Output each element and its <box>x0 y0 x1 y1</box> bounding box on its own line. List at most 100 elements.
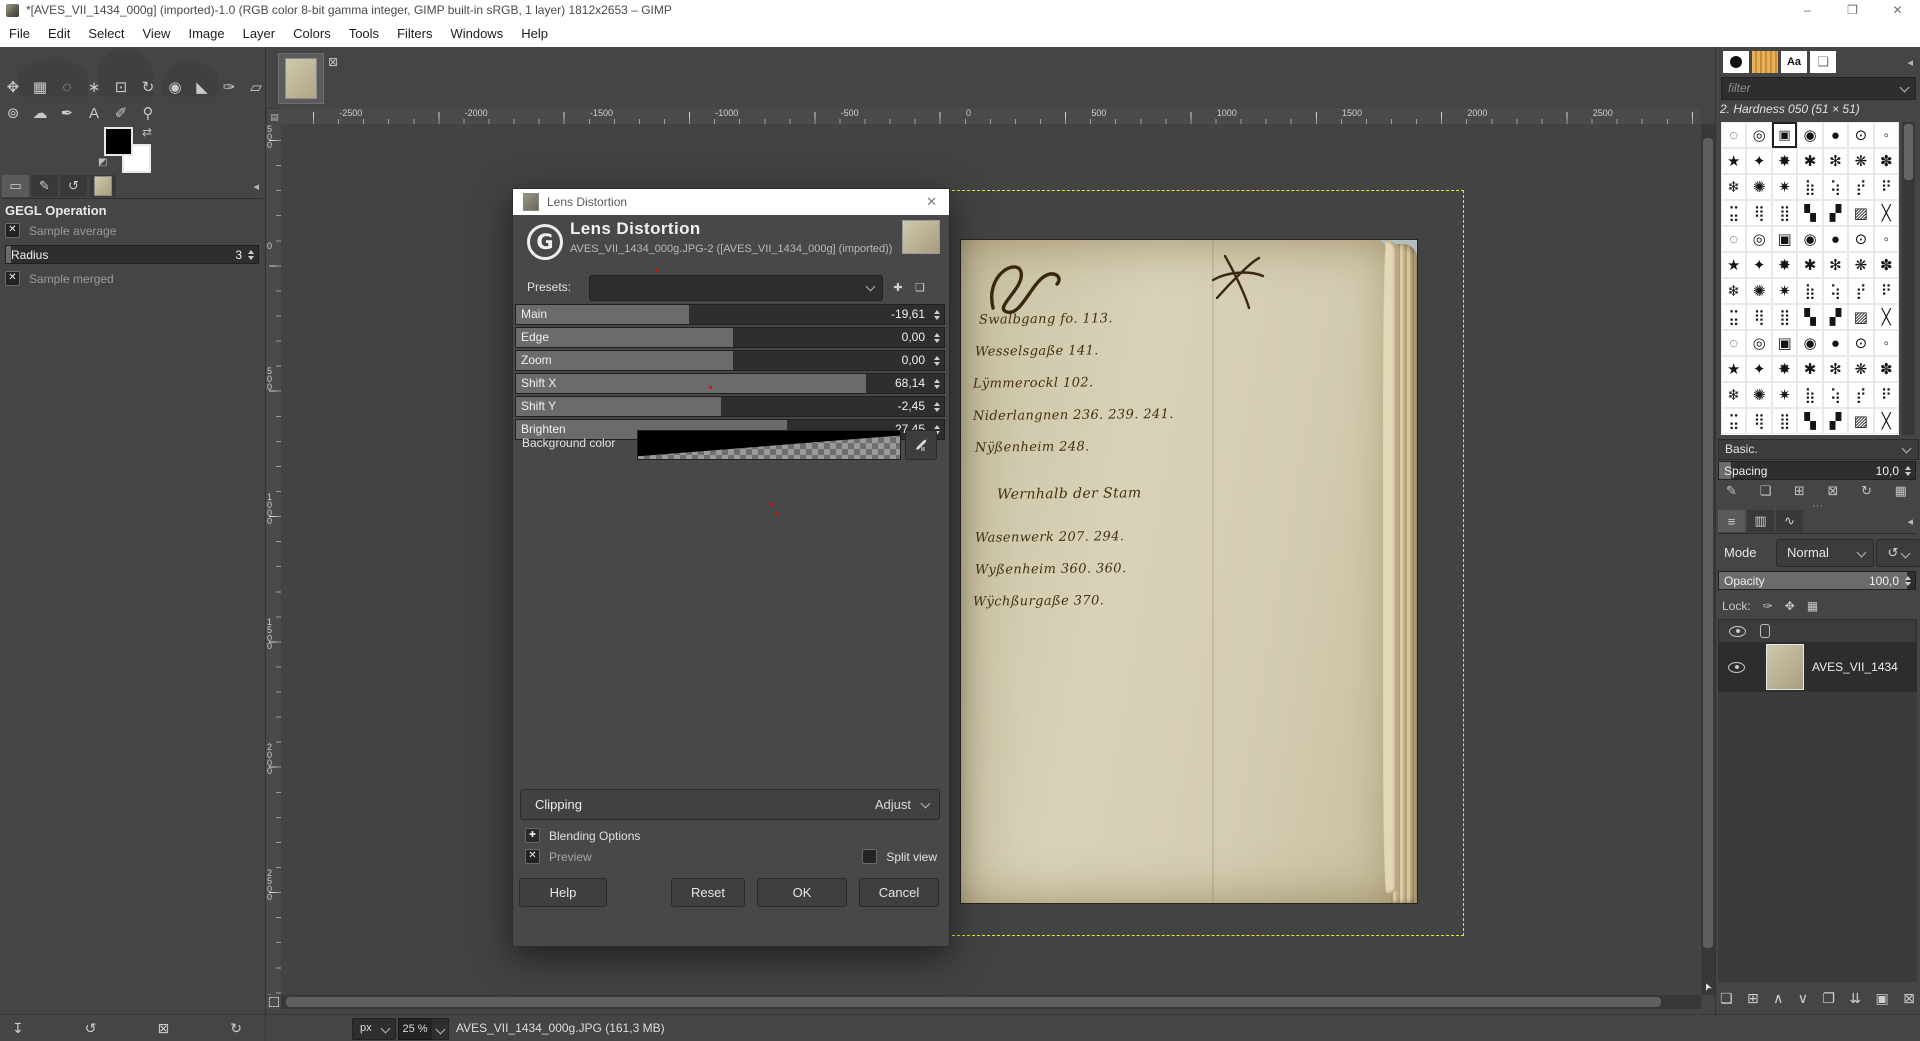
delete-icon[interactable]: ⊠ <box>158 1020 170 1037</box>
unit-combo[interactable]: px <box>352 1018 396 1040</box>
edge-slider[interactable]: Edge0,00 <box>515 327 945 348</box>
brush-cell[interactable]: ⣭ <box>1721 200 1746 226</box>
brush-cell[interactable]: ⣭ <box>1721 408 1746 434</box>
brush-cell[interactable]: ✸ <box>1772 356 1797 382</box>
brush-cell[interactable]: ⢿ <box>1746 408 1771 434</box>
color-picker-tool[interactable]: ✐ <box>111 103 131 123</box>
dock-tab-brushes[interactable] <box>1723 51 1749 73</box>
close-tab-icon[interactable]: ⊠ <box>328 55 338 69</box>
menu-view[interactable]: View <box>134 20 180 47</box>
brush-cell[interactable]: ◎ <box>1746 122 1771 148</box>
presets-combo[interactable] <box>589 275 883 301</box>
ok-button[interactable]: OK <box>757 878 847 907</box>
menu-file[interactable]: File <box>0 20 39 47</box>
clipping-combo[interactable]: Clipping Adjust <box>520 789 940 820</box>
dock-tab-patterns[interactable] <box>1752 51 1778 73</box>
brush-cell[interactable]: ❄ <box>1721 278 1746 304</box>
swap-colors-icon[interactable]: ⇄ <box>142 125 152 139</box>
brush-cell[interactable]: ✻ <box>1823 356 1848 382</box>
delete-layer-icon[interactable]: ⊠ <box>1903 990 1915 1007</box>
mode-history-button[interactable]: ↺ <box>1876 539 1920 567</box>
brush-cell[interactable]: ▚ <box>1797 200 1822 226</box>
crop-tool[interactable]: ⊡ <box>111 77 131 97</box>
brush-cell[interactable]: ✽ <box>1874 356 1899 382</box>
brush-cell[interactable]: ✽ <box>1874 252 1899 278</box>
text-tool[interactable]: A <box>84 103 104 123</box>
menu-edit[interactable]: Edit <box>39 20 79 47</box>
dock-tab-device-status[interactable]: ✎ <box>31 175 58 197</box>
brush-cell[interactable]: ✱ <box>1797 252 1822 278</box>
brush-cell[interactable]: ▣ <box>1772 226 1797 252</box>
brush-cell[interactable]: ❄ <box>1721 174 1746 200</box>
brush-cell[interactable]: ● <box>1823 122 1848 148</box>
brush-cell[interactable]: ✺ <box>1746 174 1771 200</box>
brush-set-combo[interactable]: Basic. <box>1718 439 1919 460</box>
brush-cell[interactable]: ◦ <box>1874 226 1899 252</box>
brush-cell[interactable]: ✱ <box>1797 148 1822 174</box>
fuzzy-select-tool[interactable]: ∗ <box>84 77 104 97</box>
brush-cell[interactable]: ⣷ <box>1797 278 1822 304</box>
blending-options-expander[interactable]: ✚ Blending Options <box>525 828 640 843</box>
smudge-tool[interactable]: ☁ <box>30 103 50 123</box>
menu-help[interactable]: Help <box>512 20 557 47</box>
brush-scrollbar-thumb[interactable] <box>1904 124 1913 180</box>
dock-tab-layers[interactable]: ≡ <box>1718 510 1745 532</box>
brush-cell[interactable]: ◉ <box>1797 122 1822 148</box>
preview-checkbox[interactable]: ✕ <box>525 849 540 864</box>
brush-cell[interactable]: ◌ <box>1721 330 1746 356</box>
horizontal-scrollbar[interactable] <box>281 995 1701 1009</box>
new-layer-icon[interactable]: ❏ <box>1720 990 1733 1007</box>
dock-tab-paths[interactable]: ∿ <box>1776 510 1803 532</box>
foreground-color-swatch[interactable] <box>104 127 133 156</box>
shift-y-slider[interactable]: Shift Y-2,45 <box>515 396 945 417</box>
dock-tab-tool-options[interactable]: ▭ <box>2 175 29 197</box>
brush-cell[interactable]: ● <box>1823 330 1848 356</box>
sample-average-checkbox[interactable]: ✕ <box>5 223 20 238</box>
menu-colors[interactable]: Colors <box>284 20 340 47</box>
navigation-button[interactable]: ➤ <box>1701 977 1715 995</box>
brush-cell[interactable]: ⢵ <box>1823 382 1848 408</box>
merge-down-icon[interactable]: ⇊ <box>1849 990 1861 1007</box>
spacing-spinner[interactable] <box>1901 462 1914 479</box>
brush-cell[interactable]: ✸ <box>1772 252 1797 278</box>
brush-cell[interactable]: ✱ <box>1797 356 1822 382</box>
main-slider[interactable]: Main-19,61 <box>515 304 945 325</box>
shift-x-spinner[interactable] <box>930 374 943 393</box>
brush-cell[interactable]: ❋ <box>1848 148 1873 174</box>
edge-spinner[interactable] <box>930 328 943 347</box>
brush-cell[interactable]: ● <box>1823 226 1848 252</box>
brush-cell[interactable]: ▚ <box>1797 408 1822 434</box>
refresh-brushes-icon[interactable]: ↻ <box>1861 483 1872 499</box>
brush-cell[interactable]: ▞ <box>1823 408 1848 434</box>
zoom-combo-button[interactable] <box>431 1018 449 1040</box>
zoom-tool[interactable]: ⚲ <box>138 103 158 123</box>
zoom-level-input[interactable]: 25 % <box>398 1018 432 1040</box>
brush-cell[interactable]: ✻ <box>1823 252 1848 278</box>
zoom-slider[interactable]: Zoom0,00 <box>515 350 945 371</box>
brush-cell[interactable]: ◦ <box>1874 122 1899 148</box>
layer-visibility-icon[interactable] <box>1728 662 1745 673</box>
horizontal-scrollbar-thumb[interactable] <box>286 997 1661 1007</box>
lock-position-icon[interactable]: ✥ <box>1785 599 1795 613</box>
brush-cell[interactable]: ╳ <box>1874 200 1899 226</box>
brush-cell[interactable]: ✺ <box>1746 382 1771 408</box>
brush-cell[interactable]: ◌ <box>1721 122 1746 148</box>
clone-tool[interactable]: ⊚ <box>3 103 23 123</box>
duplicate-layer-icon[interactable]: ❐ <box>1822 990 1835 1007</box>
add-preset-button[interactable]: ✚ <box>889 279 907 296</box>
ink-tool[interactable]: ✒ <box>57 103 77 123</box>
brush-cell[interactable]: ✷ <box>1772 382 1797 408</box>
brush-cell[interactable]: ⢿ <box>1746 304 1771 330</box>
cancel-button[interactable]: Cancel <box>859 878 939 907</box>
background-color-button[interactable] <box>637 430 901 460</box>
layer-mode-combo[interactable]: Normal <box>1776 539 1874 567</box>
brush-cell[interactable]: ▣ <box>1772 330 1797 356</box>
brush-cell[interactable]: ▨ <box>1848 200 1873 226</box>
eraser-tool[interactable]: ▱ <box>246 77 266 97</box>
save-icon[interactable]: ↧ <box>12 1020 24 1037</box>
brush-cell[interactable]: ▨ <box>1848 408 1873 434</box>
brush-cell[interactable]: ✦ <box>1746 252 1771 278</box>
menu-tools[interactable]: Tools <box>340 20 388 47</box>
brush-cell[interactable]: ✷ <box>1772 278 1797 304</box>
brush-cell[interactable]: ⡞ <box>1848 174 1873 200</box>
